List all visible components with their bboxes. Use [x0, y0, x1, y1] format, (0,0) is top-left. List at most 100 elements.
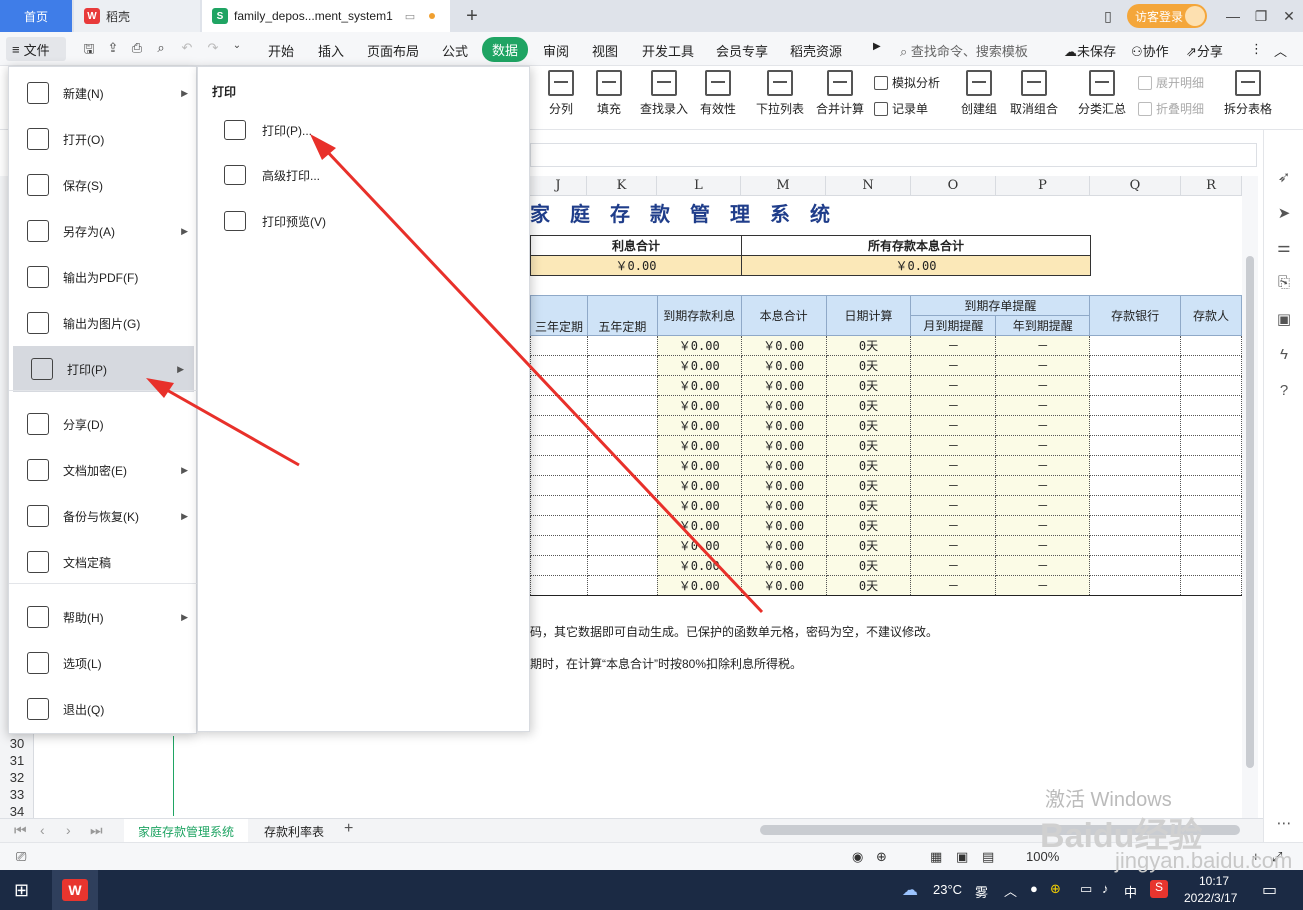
- table-cell[interactable]: －: [995, 455, 1091, 476]
- table-cell[interactable]: －: [995, 535, 1091, 556]
- table-cell[interactable]: －: [995, 495, 1091, 516]
- table-cell[interactable]: 0天: [825, 555, 912, 576]
- more-tabs-icon[interactable]: ▶: [873, 41, 881, 52]
- table-cell[interactable]: ￥0.00: [656, 395, 742, 416]
- table-cell[interactable]: [1180, 355, 1242, 376]
- table-cell[interactable]: [586, 335, 658, 356]
- table-cell[interactable]: [1180, 515, 1242, 536]
- table-cell[interactable]: [530, 555, 588, 576]
- table-cell[interactable]: ￥0.00: [656, 375, 742, 396]
- formula-input[interactable]: [530, 143, 1257, 167]
- table-cell[interactable]: ￥0.00: [656, 475, 742, 496]
- table-cell[interactable]: －: [910, 455, 997, 476]
- interest-total-value[interactable]: ￥0.00: [530, 255, 742, 276]
- table-cell[interactable]: [586, 575, 658, 596]
- table-cell[interactable]: [1180, 575, 1242, 596]
- table-cell[interactable]: ￥0.00: [740, 335, 827, 356]
- prev-sheet-icon[interactable]: ‹: [40, 822, 45, 838]
- table-cell[interactable]: [1089, 535, 1182, 556]
- row-number[interactable]: 31: [0, 753, 34, 768]
- file-menu-item-finalize[interactable]: 文档定稿: [9, 539, 198, 585]
- undo-icon[interactable]: ↶: [178, 40, 196, 58]
- tab-page-layout[interactable]: 页面布局: [367, 41, 419, 60]
- column-header-q[interactable]: Q: [1090, 176, 1181, 196]
- page-layout-view-icon[interactable]: ▣: [956, 849, 968, 865]
- all-total-value[interactable]: ￥0.00: [741, 255, 1091, 276]
- table-cell[interactable]: [530, 415, 588, 436]
- table-cell[interactable]: ￥0.00: [740, 515, 827, 536]
- table-cell[interactable]: [1089, 555, 1182, 576]
- table-cell[interactable]: [586, 395, 658, 416]
- table-cell[interactable]: [1180, 475, 1242, 496]
- table-cell[interactable]: 0天: [825, 575, 912, 596]
- vertical-scrollbar[interactable]: [1242, 176, 1258, 818]
- command-search[interactable]: ⌕ 查找命令、搜索模板: [900, 41, 1028, 60]
- table-cell[interactable]: [1089, 575, 1182, 596]
- table-cell[interactable]: －: [910, 575, 997, 596]
- file-menu-item-export-image[interactable]: 输出为图片(G): [9, 300, 198, 346]
- save-icon[interactable]: 🖫: [80, 40, 98, 58]
- table-cell[interactable]: [1180, 375, 1242, 396]
- action-center-icon[interactable]: ▭: [1262, 880, 1277, 900]
- table-cell[interactable]: [1180, 335, 1242, 356]
- table-cell[interactable]: －: [910, 335, 997, 356]
- restore-icon[interactable]: ❐: [1247, 0, 1275, 32]
- row-number[interactable]: 33: [0, 787, 34, 802]
- split-table-button[interactable]: 拆分表格: [1224, 70, 1272, 117]
- file-menu-item-export-pdf[interactable]: 输出为PDF(F): [9, 254, 198, 300]
- advanced-print-menu-item[interactable]: 高级打印...: [224, 165, 320, 185]
- tab-insert[interactable]: 插入: [318, 41, 344, 60]
- share-button[interactable]: ⇗分享: [1186, 41, 1223, 60]
- tab-daoke[interactable]: W 稻壳: [74, 0, 200, 32]
- tab-data[interactable]: 数据: [482, 37, 529, 62]
- lightning-icon[interactable]: ϟ: [1274, 346, 1294, 366]
- file-menu-item-help[interactable]: 帮助(H) ▶: [9, 594, 198, 640]
- file-menu-button[interactable]: ≡ 文件: [6, 37, 66, 61]
- row-number[interactable]: 32: [0, 770, 34, 785]
- table-cell[interactable]: －: [910, 415, 997, 436]
- expand-detail-button[interactable]: 展开明细: [1138, 74, 1204, 91]
- sliders-icon[interactable]: ⚌: [1274, 238, 1294, 258]
- table-cell[interactable]: －: [995, 395, 1091, 416]
- table-cell[interactable]: [530, 515, 588, 536]
- image-icon[interactable]: ▣: [1274, 310, 1294, 330]
- table-cell[interactable]: [586, 475, 658, 496]
- clock-date[interactable]: 2022/3/17: [1184, 891, 1237, 905]
- column-header-l[interactable]: L: [657, 176, 741, 196]
- table-cell[interactable]: －: [910, 435, 997, 456]
- table-cell[interactable]: －: [995, 355, 1091, 376]
- tab-view[interactable]: 视图: [592, 41, 618, 60]
- network-icon[interactable]: ▭: [1080, 881, 1092, 897]
- sheet-tab-rates[interactable]: 存款利率表: [250, 819, 338, 843]
- more-dots-icon[interactable]: ⋯: [1274, 814, 1294, 834]
- tray-expand-icon[interactable]: ︿: [1004, 881, 1017, 900]
- table-cell[interactable]: [586, 415, 658, 436]
- table-cell[interactable]: 0天: [825, 375, 912, 396]
- column-header-j[interactable]: J: [530, 176, 587, 196]
- eye-protect-icon[interactable]: ◉: [852, 849, 863, 865]
- table-cell[interactable]: －: [995, 335, 1091, 356]
- table-cell[interactable]: ￥0.00: [740, 355, 827, 376]
- find-entry-button[interactable]: 查找录入: [640, 70, 688, 117]
- split-column-button[interactable]: 分列: [548, 70, 574, 117]
- export-icon[interactable]: ⇪: [104, 40, 122, 58]
- table-cell[interactable]: －: [910, 555, 997, 576]
- table-cell[interactable]: ￥0.00: [740, 575, 827, 596]
- tab-start[interactable]: 开始: [268, 41, 294, 60]
- table-cell[interactable]: ￥0.00: [740, 555, 827, 576]
- first-sheet-icon[interactable]: ⏮: [14, 822, 27, 839]
- table-cell[interactable]: [586, 455, 658, 476]
- unsaved-button[interactable]: ☁未保存: [1064, 41, 1116, 60]
- last-sheet-icon[interactable]: ⏭: [90, 822, 103, 839]
- weather-temp[interactable]: 23°C: [933, 882, 962, 897]
- ungroup-button[interactable]: 取消组合: [1010, 70, 1058, 117]
- row-number[interactable]: 34: [0, 804, 34, 818]
- table-cell[interactable]: [1180, 555, 1242, 576]
- tab-formula[interactable]: 公式: [442, 41, 468, 60]
- column-header-o[interactable]: O: [911, 176, 996, 196]
- clock-time[interactable]: 10:17: [1199, 874, 1229, 888]
- dropdown-list-button[interactable]: 下拉列表: [756, 70, 804, 117]
- tab-home[interactable]: 首页: [0, 0, 72, 32]
- table-cell[interactable]: [1089, 335, 1182, 356]
- table-cell[interactable]: ￥0.00: [656, 335, 742, 356]
